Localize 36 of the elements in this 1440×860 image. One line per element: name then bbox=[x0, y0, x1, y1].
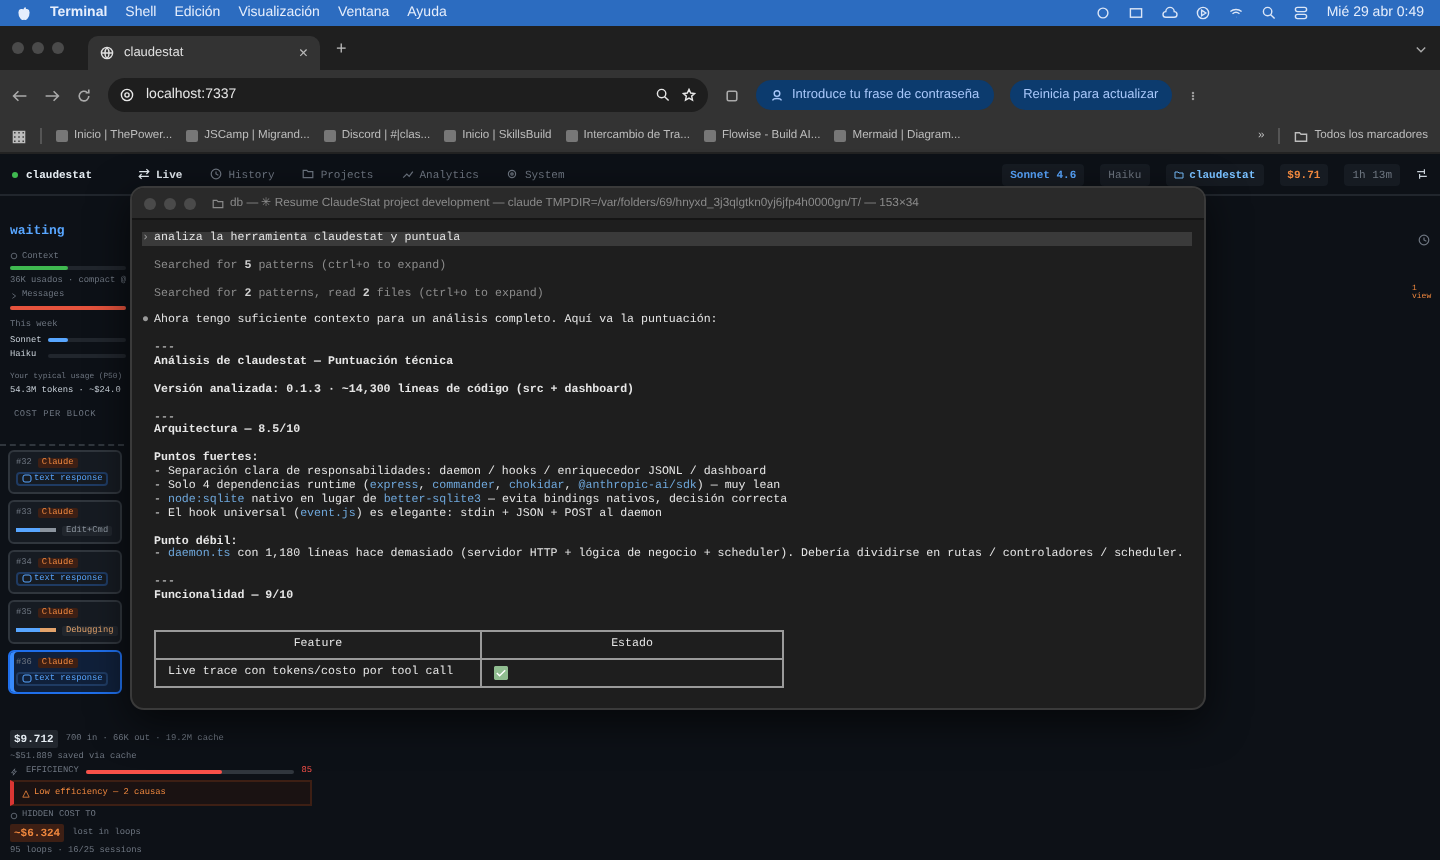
warning-icon bbox=[22, 789, 30, 797]
site-info-icon bbox=[120, 88, 134, 102]
more-icon bbox=[1188, 87, 1199, 103]
play-circle-icon bbox=[1196, 6, 1211, 20]
new-tab-button[interactable]: + bbox=[328, 38, 355, 58]
clock-icon bbox=[210, 168, 223, 180]
star-icon bbox=[682, 88, 696, 102]
chevron-down-icon bbox=[1414, 41, 1428, 55]
reload-icon bbox=[76, 87, 92, 103]
apps-grid-icon bbox=[12, 129, 26, 143]
clock-icon bbox=[1418, 234, 1430, 246]
profile-icon bbox=[770, 88, 784, 102]
chat-icon bbox=[22, 573, 32, 583]
zoom-icon bbox=[656, 88, 670, 102]
chat-icon bbox=[22, 673, 32, 683]
toggles-icon bbox=[1294, 6, 1309, 20]
cloud-icon bbox=[1162, 6, 1179, 20]
close-tab-button[interactable]: × bbox=[298, 44, 308, 62]
wifi-icon bbox=[1228, 6, 1245, 20]
chat-icon bbox=[22, 473, 32, 483]
trend-icon bbox=[401, 168, 414, 180]
apple-icon bbox=[16, 5, 32, 21]
extension-icon bbox=[724, 87, 740, 103]
folder-icon bbox=[1173, 169, 1184, 179]
back-icon bbox=[12, 87, 28, 103]
forward-icon bbox=[44, 87, 60, 103]
circle-icon bbox=[10, 252, 18, 260]
folder-icon bbox=[1294, 129, 1309, 143]
search-icon bbox=[1262, 6, 1277, 20]
globe-icon bbox=[100, 46, 114, 60]
circle-icon bbox=[1096, 6, 1111, 20]
folder-icon bbox=[212, 197, 224, 209]
swap-arrows-icon bbox=[138, 168, 150, 180]
chevron-right-icon bbox=[10, 291, 18, 299]
folder-icon bbox=[302, 168, 315, 180]
display-icon bbox=[1128, 6, 1145, 20]
